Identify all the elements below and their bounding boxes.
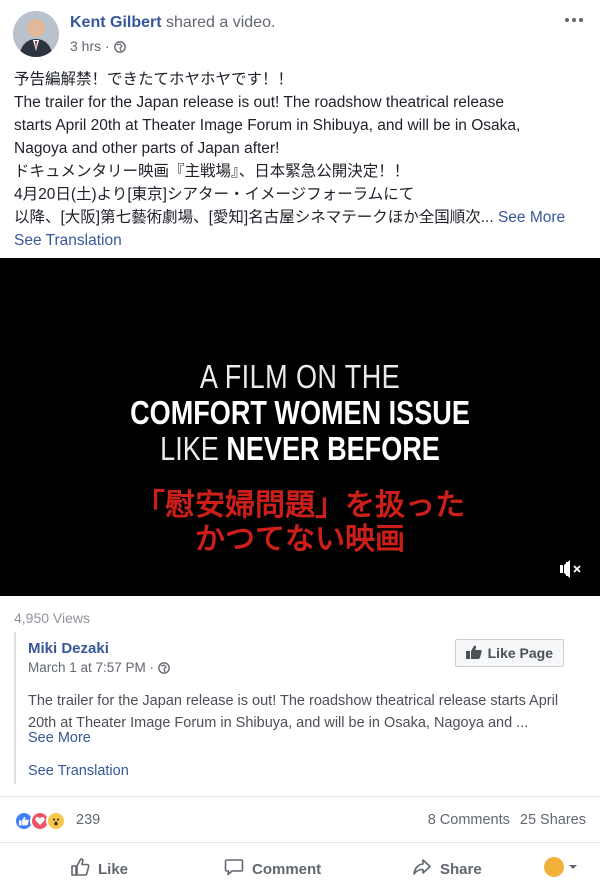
chevron-down-icon	[568, 858, 578, 876]
shared-see-translation-link[interactable]: See Translation	[28, 763, 129, 779]
video-caption-part: LIKE	[160, 430, 227, 467]
comment-button[interactable]: Comment	[224, 857, 321, 881]
comment-icon	[224, 857, 244, 881]
post-text-line: starts April 20th at Theater Image Forum…	[14, 117, 521, 134]
wow-reaction-icon	[46, 811, 66, 831]
post-header: Kent Gilbert shared a video. 3 hrs ·	[0, 0, 600, 64]
globe-icon	[158, 661, 170, 674]
post-text-line: 予告編解禁！できたてホヤホヤです！！	[14, 71, 294, 88]
shared-author-name[interactable]: Miki Dezaki	[28, 640, 109, 657]
post-action-text: shared a video.	[166, 14, 276, 31]
video-player[interactable]: A FILM ON THE COMFORT WOMEN ISSUE LIKE N…	[0, 258, 600, 596]
video-caption-line: LIKE NEVER BEFORE	[54, 430, 546, 468]
shared-post-body: The trailer for the Japan release is out…	[28, 690, 584, 734]
post-text-line: 4月20日(土)より[東京]シアター・イメージフォーラムにて	[14, 186, 415, 203]
comment-count[interactable]: 8 Comments	[428, 812, 510, 828]
video-caption-line: A FILM ON THE	[199, 358, 401, 395]
engagement-counts: 8 Comments 25 Shares	[428, 812, 586, 828]
comment-label: Comment	[252, 860, 322, 878]
post-text-line-last: 以降、[大阪]第七藝術劇場、[愛知]名古屋シネマテークほか全国順次... See…	[14, 206, 588, 229]
author-avatar[interactable]	[13, 11, 59, 57]
video-caption-bold: NEVER BEFORE	[226, 430, 440, 467]
share-button[interactable]: Share	[412, 857, 482, 881]
post-text-line: Nagoya and other parts of Japan after!	[14, 140, 280, 157]
post-text-line: ドキュメンタリー映画『主戦場』、日本緊急公開決定！！	[14, 163, 410, 180]
globe-icon	[113, 40, 126, 53]
share-label: Share	[440, 860, 482, 878]
action-bar: Like Comment Share	[0, 842, 600, 890]
post-meta: 3 hrs ·	[70, 38, 126, 54]
share-arrow-icon	[412, 857, 432, 881]
share-count[interactable]: 25 Shares	[520, 812, 586, 828]
shared-post-meta: March 1 at 7:57 PM ·	[28, 660, 170, 675]
poster-line: Kent Gilbert shared a video.	[70, 14, 275, 32]
post-timestamp[interactable]: 3 hrs ·	[70, 38, 110, 54]
video-caption-line: COMFORT WOMEN ISSUE	[130, 394, 470, 431]
shared-timestamp[interactable]: March 1 at 7:57 PM ·	[28, 660, 154, 675]
like-button[interactable]: Like	[70, 857, 128, 881]
shared-text-line: 20th at Theater Image Forum in Shibuya, …	[28, 715, 529, 731]
post-text-line: The trailer for the Japan release is out…	[14, 94, 504, 111]
profile-avatar-icon	[544, 857, 564, 877]
see-translation-link[interactable]: See Translation	[14, 229, 588, 252]
shared-text-line: The trailer for the Japan release is out…	[28, 693, 559, 709]
reaction-icons[interactable]	[14, 811, 66, 831]
see-more-link[interactable]: See More	[498, 209, 565, 226]
like-page-label: Like Page	[487, 645, 553, 661]
more-options-icon[interactable]	[562, 12, 586, 28]
reaction-count[interactable]: 239	[76, 812, 100, 828]
mute-icon[interactable]	[558, 558, 586, 580]
shared-see-more-link[interactable]: See More	[28, 730, 91, 746]
post-body: 予告編解禁！できたてホヤホヤです！！ The trailer for the J…	[14, 68, 588, 252]
view-count: 4,950 Views	[14, 610, 91, 626]
profile-selector[interactable]	[544, 857, 578, 877]
thumbs-up-outline-icon	[70, 857, 90, 881]
shared-post: Miki Dezaki March 1 at 7:57 PM · Like Pa…	[14, 632, 588, 784]
post-text-line: 以降、[大阪]第七藝術劇場、[愛知]名古屋シネマテークほか全国順次...	[14, 209, 498, 226]
like-label: Like	[98, 860, 129, 878]
thumbs-up-icon	[465, 645, 482, 662]
author-name[interactable]: Kent Gilbert	[70, 14, 162, 31]
reactions-bar: 239 8 Comments 25 Shares	[0, 796, 600, 842]
like-page-button[interactable]: Like Page	[454, 639, 564, 667]
video-caption-jp: かつてない映画	[195, 523, 405, 556]
